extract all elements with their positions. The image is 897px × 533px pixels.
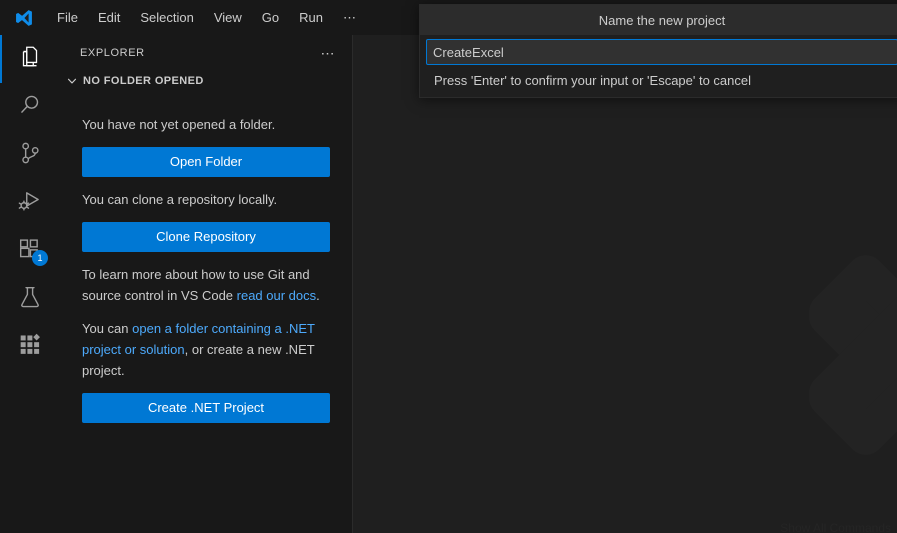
quick-input-message: Press 'Enter' to confirm your input or '… (420, 69, 897, 97)
vscode-logo-icon[interactable] (0, 0, 48, 35)
menu-file[interactable]: File (48, 5, 87, 30)
menu-edit[interactable]: Edit (89, 5, 129, 30)
quick-input-title: Name the new project (598, 12, 726, 28)
run-and-debug-icon (17, 188, 43, 219)
quick-input-widget: Name the new project Press 'Enter' to co… (419, 4, 897, 98)
activity-bar: 1 (0, 35, 60, 533)
explorer-sidebar: EXPLORER ⋯ NO FOLDER OPENED You have not… (60, 35, 353, 533)
menu-view[interactable]: View (205, 5, 251, 30)
more-actions-icon[interactable]: ⋯ (317, 44, 341, 62)
quick-input-row (420, 35, 897, 69)
section-header-no-folder-opened[interactable]: NO FOLDER OPENED (60, 70, 352, 92)
sidebar-body: You have not yet opened a folder. Open F… (60, 92, 352, 423)
dotnet-text-prefix: You can (82, 321, 133, 336)
menubar: File Edit Selection View Go Run ⋯ (48, 5, 367, 30)
read-our-docs-link[interactable]: read our docs (237, 288, 317, 303)
vscode-watermark-logo-icon (774, 220, 897, 490)
activity-item-extensions[interactable]: 1 (0, 227, 60, 275)
git-docs-text-suffix: . (316, 288, 320, 303)
quick-input-titlebar: Name the new project (420, 5, 897, 35)
create-dotnet-project-button[interactable]: Create .NET Project (82, 393, 330, 423)
section-title: NO FOLDER OPENED (83, 75, 204, 87)
page-title: EXPLORER (80, 46, 145, 59)
activity-item-source-control[interactable] (0, 131, 60, 179)
chevron-down-icon (64, 73, 80, 89)
git-docs-text: To learn more about how to use Git and s… (82, 264, 330, 306)
search-icon (17, 92, 43, 123)
activity-item-run-and-debug[interactable] (0, 179, 60, 227)
sidebar-title-row: EXPLORER ⋯ (60, 35, 352, 70)
activity-item-apps-grid[interactable] (0, 323, 60, 371)
quick-input-field[interactable] (426, 39, 897, 65)
activity-item-testing[interactable] (0, 275, 60, 323)
editor-area: Show All Commands (354, 35, 897, 533)
apps-grid-icon (17, 332, 43, 363)
menu-go[interactable]: Go (253, 5, 288, 30)
open-folder-button[interactable]: Open Folder (82, 147, 330, 177)
extensions-badge: 1 (32, 250, 48, 266)
menu-selection[interactable]: Selection (131, 5, 202, 30)
menu-run[interactable]: Run (290, 5, 332, 30)
clone-repository-button[interactable]: Clone Repository (82, 222, 330, 252)
source-control-icon (17, 140, 43, 171)
dotnet-text: You can open a folder containing a .NET … (82, 318, 330, 381)
files-icon (17, 44, 43, 75)
menu-more-icon[interactable]: ⋯ (334, 5, 367, 30)
activity-item-explorer[interactable] (0, 35, 60, 83)
activity-item-search[interactable] (0, 83, 60, 131)
editor-bottom-hint: Show All Commands (780, 521, 891, 533)
beaker-icon (17, 284, 43, 315)
no-folder-text: You have not yet opened a folder. (82, 117, 276, 132)
clone-text: You can clone a repository locally. (82, 192, 278, 207)
